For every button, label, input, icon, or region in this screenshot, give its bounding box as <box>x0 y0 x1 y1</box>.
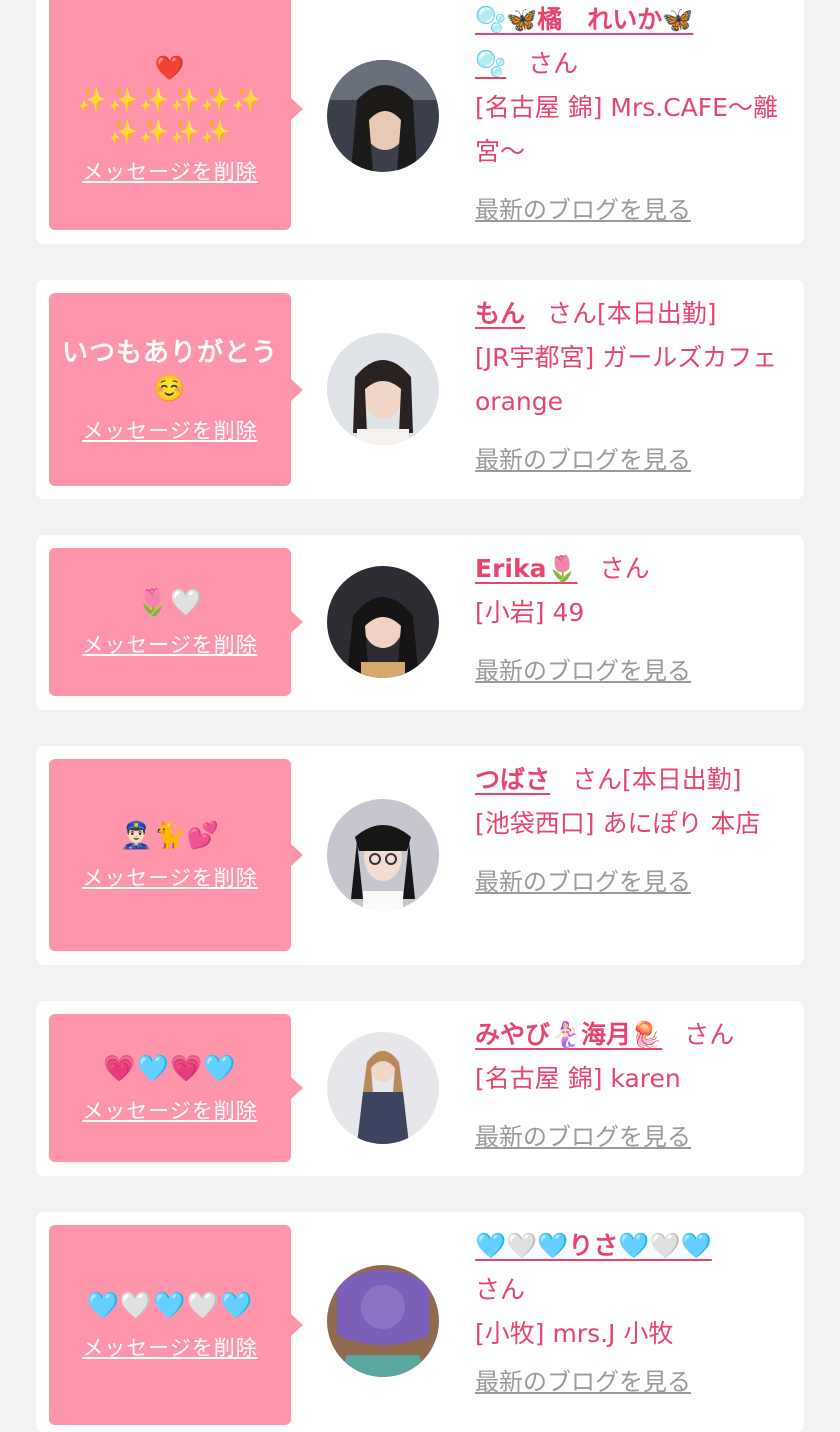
message-text: ❤️ ✨✨✨✨✨✨ ✨✨✨✨ <box>77 54 263 146</box>
latest-blog-link[interactable]: 最新のブログを見る <box>475 649 691 693</box>
cast-info: 🫧🦋橘 れいか🦋 🫧 さん [名古屋 錦] Mrs.CAFE〜離宮〜 最新のブログ… <box>475 0 793 232</box>
message-text: 💗🩵💗🩵 <box>103 1054 237 1084</box>
cast-info: つばさ さん[本日出勤] [池袋西口] あにぽり 本店 最新のブログを見る <box>475 758 793 904</box>
message-text: 👮🏻‍♂️🐈💕 <box>119 821 221 851</box>
latest-blog-link[interactable]: 最新のブログを見る <box>475 860 691 904</box>
cast-info: 🩵🤍🩵りさ🩵🤍🩵 さん [小牧] mrs.J 小牧 最新のブログを見る <box>475 1224 793 1404</box>
message-bubble: 🌷🤍 メッセージを削除 <box>49 548 303 696</box>
message-card: いつもありがとう ☺️ メッセージを削除 もん さん[本日出勤] [JR宇都宮] … <box>36 280 804 499</box>
shop-label: [名古屋 錦] Mrs.CAFE〜離宮〜 <box>475 93 778 166</box>
shop-label: [小岩] 49 <box>475 598 585 627</box>
shop-label: [池袋西口] あにぽり 本店 <box>475 809 761 838</box>
avatar[interactable] <box>327 799 439 911</box>
message-card: 💗🩵💗🩵 メッセージを削除 みやび🧜🏻‍♀️海月🪼 さん [名古屋 錦] kare… <box>36 1001 804 1176</box>
message-bubble: いつもありがとう ☺️ メッセージを削除 <box>49 293 303 486</box>
latest-blog-link[interactable]: 最新のブログを見る <box>475 1360 691 1404</box>
san-suffix: さん <box>547 299 598 328</box>
status-badge: [本日出勤] <box>622 765 742 794</box>
delete-message-link[interactable]: メッセージを削除 <box>82 415 258 445</box>
cast-name-link[interactable]: 🫧🦋橘 れいか🦋 🫧 <box>475 5 693 78</box>
latest-blog-link[interactable]: 最新のブログを見る <box>475 188 691 232</box>
avatar[interactable] <box>327 1265 439 1377</box>
message-text: いつもありがとう ☺️ <box>61 337 278 404</box>
cast-name-link[interactable]: みやび🧜🏻‍♀️海月🪼 <box>475 1020 662 1049</box>
cast-name-link[interactable]: 🩵🤍🩵りさ🩵🤍🩵 <box>475 1231 712 1260</box>
avatar[interactable] <box>327 333 439 445</box>
shop-label: [JR宇都宮] ガールズカフェ orange <box>475 343 778 416</box>
cast-info: みやび🧜🏻‍♀️海月🪼 さん [名古屋 錦] karen 最新のブログを見る <box>475 1013 793 1159</box>
latest-blog-link[interactable]: 最新のブログを見る <box>475 1115 691 1159</box>
san-suffix: さん <box>528 49 579 78</box>
message-card: ❤️ ✨✨✨✨✨✨ ✨✨✨✨ メッセージを削除 🫧🦋橘 れいか🦋 🫧 さん [名古… <box>36 0 804 244</box>
status-badge: [本日出勤] <box>597 299 717 328</box>
message-text: 🌷🤍 <box>136 588 204 618</box>
message-bubble: 🩵🤍🩵🤍🩵 メッセージを削除 <box>49 1225 303 1425</box>
cast-name-link[interactable]: Erika🌷 <box>475 554 578 583</box>
shop-label: [小牧] mrs.J 小牧 <box>475 1319 674 1348</box>
shop-label: [名古屋 錦] karen <box>475 1064 681 1093</box>
delete-message-link[interactable]: メッセージを削除 <box>82 1332 258 1362</box>
san-suffix: さん <box>572 765 623 794</box>
message-bubble: 💗🩵💗🩵 メッセージを削除 <box>49 1014 303 1162</box>
san-suffix: さん <box>475 1275 526 1304</box>
san-suffix: さん <box>684 1020 735 1049</box>
message-card: 🌷🤍 メッセージを削除 Erika🌷 さん [小岩] 49 最新のブログを見る <box>36 535 804 710</box>
cast-info: Erika🌷 さん [小岩] 49 最新のブログを見る <box>475 547 793 693</box>
delete-message-link[interactable]: メッセージを削除 <box>82 156 258 186</box>
delete-message-link[interactable]: メッセージを削除 <box>82 629 258 659</box>
cast-name-link[interactable]: もん <box>475 299 525 328</box>
cast-name-link[interactable]: つばさ <box>475 765 550 794</box>
cast-info: もん さん[本日出勤] [JR宇都宮] ガールズカフェ orange 最新のブログ… <box>475 292 793 482</box>
san-suffix: さん <box>599 554 650 583</box>
avatar[interactable] <box>327 1032 439 1144</box>
message-bubble: 👮🏻‍♂️🐈💕 メッセージを削除 <box>49 759 303 951</box>
message-card: 👮🏻‍♂️🐈💕 メッセージを削除 つばさ さん[本日出勤] [池袋西口] あにぽり… <box>36 746 804 965</box>
delete-message-link[interactable]: メッセージを削除 <box>82 1095 258 1125</box>
avatar[interactable] <box>327 60 439 172</box>
delete-message-link[interactable]: メッセージを削除 <box>82 862 258 892</box>
message-text: 🩵🤍🩵🤍🩵 <box>86 1291 254 1321</box>
message-bubble: ❤️ ✨✨✨✨✨✨ ✨✨✨✨ メッセージを削除 <box>49 0 303 230</box>
avatar[interactable] <box>327 566 439 678</box>
latest-blog-link[interactable]: 最新のブログを見る <box>475 438 691 482</box>
message-card: 🩵🤍🩵🤍🩵 メッセージを削除 🩵🤍🩵りさ🩵🤍🩵 さん [小牧] mrs.J 小牧… <box>36 1212 804 1432</box>
